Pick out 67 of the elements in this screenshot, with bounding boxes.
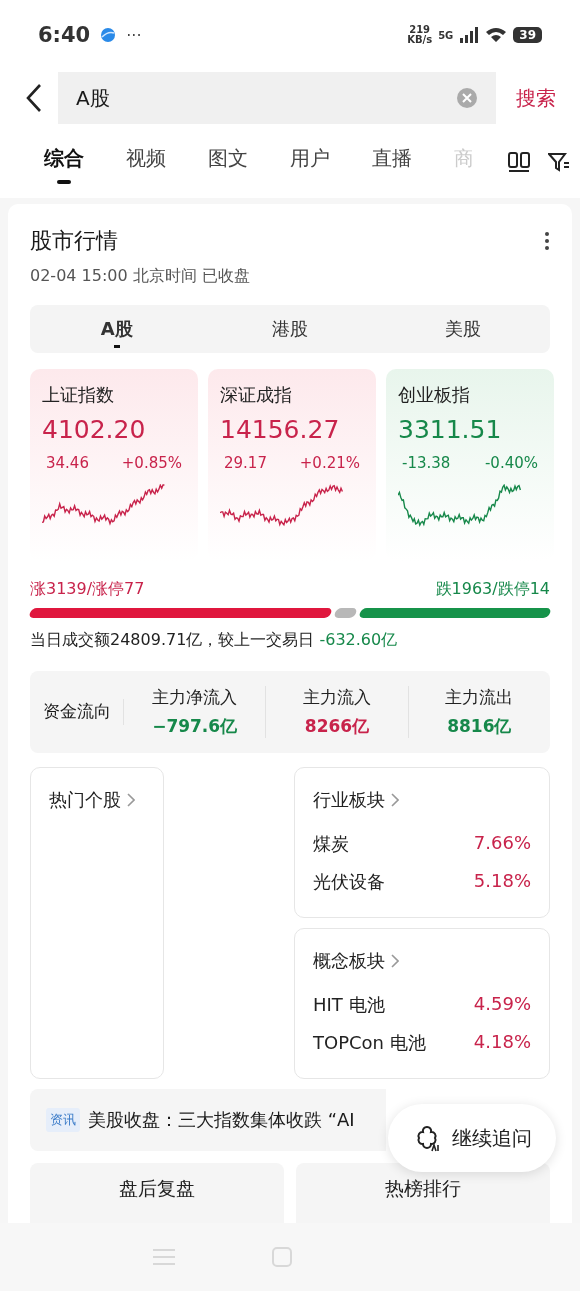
sector-name: 煤炭: [313, 831, 349, 856]
category-tab[interactable]: 图文: [208, 138, 248, 186]
search-button[interactable]: 搜索: [510, 84, 562, 112]
flow-value: −797.6亿: [152, 715, 238, 739]
news-tag: 资讯: [46, 1107, 80, 1132]
network-label: 5G: [438, 29, 454, 41]
more-icon[interactable]: [544, 231, 550, 251]
news-headline: 美股收盘：三大指数集体收跌 “AI: [88, 1107, 355, 1132]
browser-icon: [100, 27, 117, 43]
index-value: 3311.51: [398, 415, 503, 445]
battery-level: 39: [513, 27, 542, 43]
turnover-text: 当日成交额24809.71亿，较上一交易日 -632.60亿: [30, 630, 399, 652]
sector-name: HIT 电池: [313, 992, 385, 1017]
sector-name: 光伏设备: [313, 869, 385, 894]
category-tab[interactable]: 综合: [44, 138, 84, 186]
index-name: 深证成指: [220, 383, 293, 408]
rise-count: 涨3139/涨停77: [30, 579, 145, 601]
signal-icon: [459, 27, 480, 43]
sector-change: 7.66%: [473, 831, 531, 855]
grid-view-icon[interactable]: [508, 152, 530, 172]
flow-label: 主力流入: [303, 686, 371, 710]
index-percent: +0.85%: [121, 454, 182, 473]
index-value: 14156.27: [220, 415, 341, 445]
sector-link[interactable]: 概念板块: [313, 948, 531, 973]
flow-label: 主力净流入: [152, 686, 238, 710]
more-dots: ···: [126, 25, 142, 45]
market-tab[interactable]: A股: [30, 305, 204, 354]
index-name: 创业板指: [398, 383, 471, 408]
sector-link[interactable]: 行业板块: [313, 787, 531, 812]
fall-count: 跌1963/跌停14: [435, 579, 550, 601]
search-field[interactable]: A股: [58, 72, 496, 124]
flow-label: 主力流出: [445, 686, 514, 710]
status-time: 6:40: [38, 23, 91, 47]
category-tab[interactable]: 视频: [126, 138, 166, 186]
sector-change: 5.18%: [473, 869, 531, 893]
hot-stocks-link[interactable]: 热门个股: [49, 787, 135, 812]
market-tab[interactable]: 美股: [376, 305, 550, 354]
sector-name: TOPCon 电池: [313, 1030, 426, 1055]
market-timestamp: 02-04 15:00 北京时间 已收盘: [30, 266, 251, 287]
sector-change: 4.59%: [473, 992, 531, 1016]
shortcut-button[interactable]: 盘后复盘: [30, 1163, 284, 1223]
wifi-icon: [485, 27, 508, 43]
index-name: 上证指数: [42, 383, 115, 408]
shortcut-button[interactable]: 热榜排行: [296, 1163, 550, 1223]
index-percent: +0.21%: [299, 454, 360, 473]
fund-flow-label: 资金流向: [30, 699, 124, 725]
follow-up-button[interactable]: 继续追问: [388, 1104, 556, 1172]
flow-value: 8266亿: [304, 715, 370, 739]
speed-unit: KB/s: [407, 35, 433, 45]
market-tab[interactable]: 港股: [203, 305, 377, 354]
chevron-icon: [127, 792, 135, 807]
filter-icon[interactable]: [548, 152, 570, 172]
index-change: -13.38: [402, 454, 451, 473]
chevron-icon: [391, 953, 399, 968]
index-value: 4102.20: [42, 415, 147, 445]
index-change: 34.46: [46, 454, 89, 473]
news-bar[interactable]: 资讯 美股收盘：三大指数集体收跌 “AI: [30, 1088, 386, 1151]
category-tab[interactable]: 直播: [372, 138, 412, 186]
index-percent: -0.40%: [484, 454, 538, 473]
sector-change: 4.18%: [473, 1030, 531, 1054]
card-title: 股市行情: [30, 227, 118, 255]
speed-value: 219: [409, 25, 431, 35]
chevron-icon: [391, 792, 399, 807]
flow-value: 8816亿: [447, 715, 512, 739]
index-change: 29.17: [224, 454, 267, 473]
back-icon[interactable]: [24, 83, 44, 113]
category-tab[interactable]: 用户: [290, 138, 330, 186]
